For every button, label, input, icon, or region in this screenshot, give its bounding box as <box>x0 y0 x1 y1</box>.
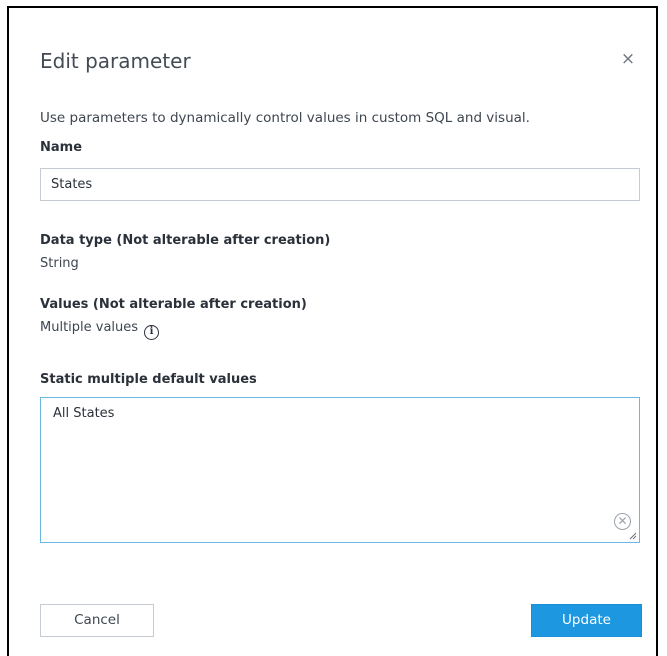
dialog-title: Edit parameter <box>40 49 191 73</box>
name-label: Name <box>40 140 83 155</box>
values-value-row: Multiple values i <box>40 319 160 340</box>
info-icon[interactable]: i <box>144 325 160 340</box>
name-input[interactable] <box>40 168 640 201</box>
values-label: Values (Not alterable after creation) <box>40 297 307 312</box>
clear-icon[interactable]: ✕ <box>614 513 631 530</box>
data-type-label: Data type (Not alterable after creation) <box>40 233 331 248</box>
data-type-value: String <box>40 256 79 271</box>
edit-parameter-dialog: Edit parameter × Use parameters to dynam… <box>7 6 658 656</box>
default-values-label: Static multiple default values <box>40 372 257 387</box>
close-icon[interactable]: × <box>620 51 636 68</box>
default-values-textarea[interactable] <box>41 398 639 542</box>
cancel-button[interactable]: Cancel <box>40 604 154 637</box>
default-values-field: ✕ <box>40 397 640 543</box>
values-value: Multiple values <box>40 320 139 335</box>
dialog-description: Use parameters to dynamically control va… <box>40 110 530 126</box>
resize-handle-icon[interactable] <box>629 532 637 540</box>
update-button[interactable]: Update <box>531 604 642 637</box>
